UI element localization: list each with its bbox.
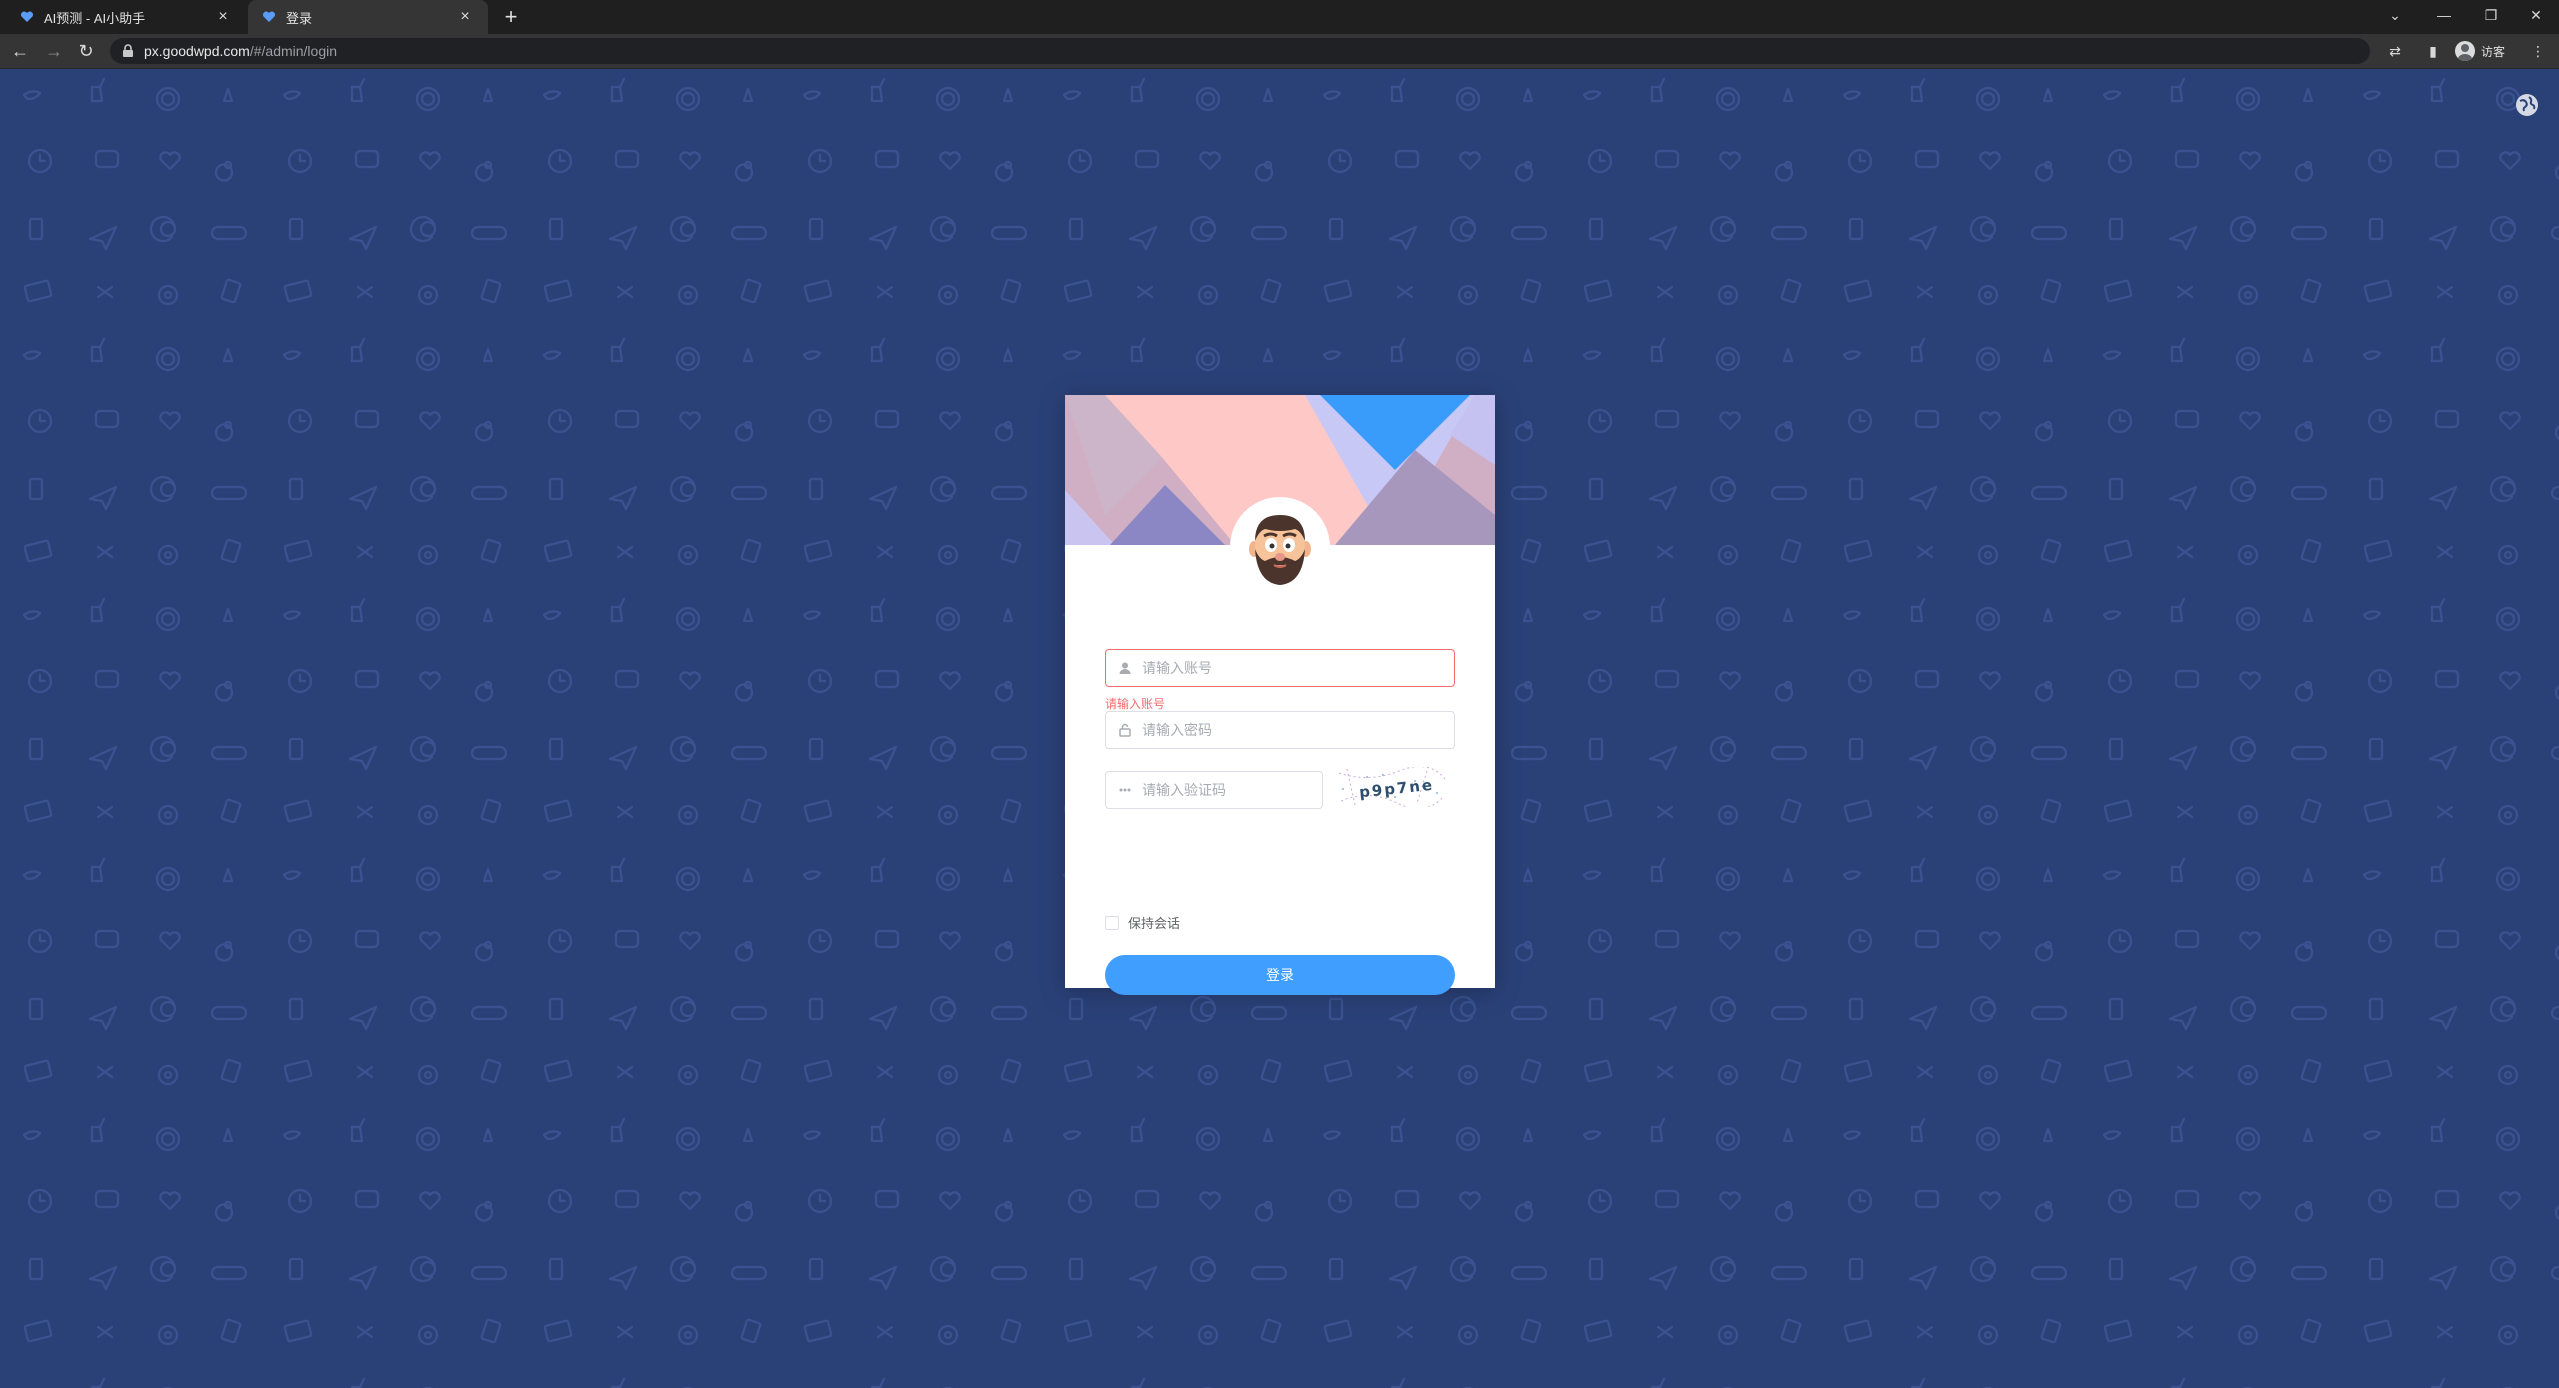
profile-avatar-icon <box>2455 41 2475 61</box>
remember-session-checkbox[interactable]: 保持会话 <box>1105 913 1180 932</box>
menu-icon[interactable]: ⋮ <box>2526 39 2550 63</box>
url-text: px.goodwpd.com/#/admin/login <box>144 43 337 59</box>
browser-toolbar: ← → ↻ px.goodwpd.com/#/admin/login ⇄ ▮ 访… <box>0 34 2559 69</box>
tab-title: 登录 <box>286 10 313 26</box>
lock-icon <box>1119 723 1131 737</box>
user-icon <box>1119 662 1131 674</box>
browser-tab-bar: AI预测 - AI小助手 × 登录 × + ⌄ — ❐ ✕ <box>0 0 2559 34</box>
captcha-input[interactable] <box>1140 781 1325 799</box>
username-input[interactable] <box>1140 659 1454 677</box>
username-field[interactable] <box>1105 649 1455 687</box>
password-input[interactable] <box>1140 721 1454 739</box>
captcha-field[interactable] <box>1105 771 1325 809</box>
heart-favicon-icon <box>262 11 276 22</box>
translate-icon[interactable]: ⇄ <box>2383 39 2407 63</box>
lock-icon <box>123 44 133 57</box>
restore-button[interactable]: ❐ <box>2468 0 2514 34</box>
minimize-button[interactable]: — <box>2421 0 2467 34</box>
remember-label: 保持会话 <box>1128 916 1181 931</box>
url-path: /#/admin/login <box>249 43 338 59</box>
forward-icon[interactable]: → <box>42 39 66 63</box>
language-globe-icon[interactable] <box>2515 93 2539 117</box>
username-error-message: 请输入账号 <box>1105 697 1166 711</box>
close-window-button[interactable]: ✕ <box>2513 0 2559 34</box>
tab-title: AI预测 - AI小助手 <box>44 10 146 26</box>
sidebar-icon[interactable]: ▮ <box>2421 39 2445 63</box>
profile-label: 访客 <box>2481 44 2506 59</box>
tab-ai-predict[interactable]: AI预测 - AI小助手 × <box>6 0 246 34</box>
url-host: px.goodwpd.com <box>144 43 250 59</box>
reload-icon[interactable]: ↻ <box>74 39 98 63</box>
login-button[interactable]: 登录 <box>1105 955 1455 995</box>
user-avatar <box>1230 497 1330 597</box>
tab-close-icon[interactable]: × <box>214 8 232 26</box>
back-icon[interactable]: ← <box>8 39 32 63</box>
checkbox-box[interactable] <box>1105 915 1119 930</box>
new-tab-button[interactable]: + <box>498 4 524 30</box>
heart-favicon-icon <box>20 11 34 22</box>
dots-icon <box>1119 788 1131 792</box>
captcha-text: p9p7ne <box>1358 776 1435 802</box>
profile-button[interactable]: 访客 <box>2455 39 2505 63</box>
address-bar[interactable]: px.goodwpd.com/#/admin/login <box>110 38 2370 64</box>
login-page: 请输入账号 请输入账号 请输入验证码 p9p7ne 保持会话 登录 <box>0 69 2559 1388</box>
tab-login[interactable]: 登录 × <box>248 0 488 34</box>
login-card: 请输入账号 请输入账号 请输入验证码 p9p7ne 保持会话 登录 <box>1065 395 1495 995</box>
password-field[interactable] <box>1105 711 1455 749</box>
captcha-image[interactable]: p9p7ne <box>1337 767 1447 807</box>
tab-close-icon[interactable]: × <box>456 8 474 26</box>
bearded-face-avatar-icon <box>1234 501 1326 593</box>
tab-search-icon[interactable]: ⌄ <box>2372 0 2418 34</box>
